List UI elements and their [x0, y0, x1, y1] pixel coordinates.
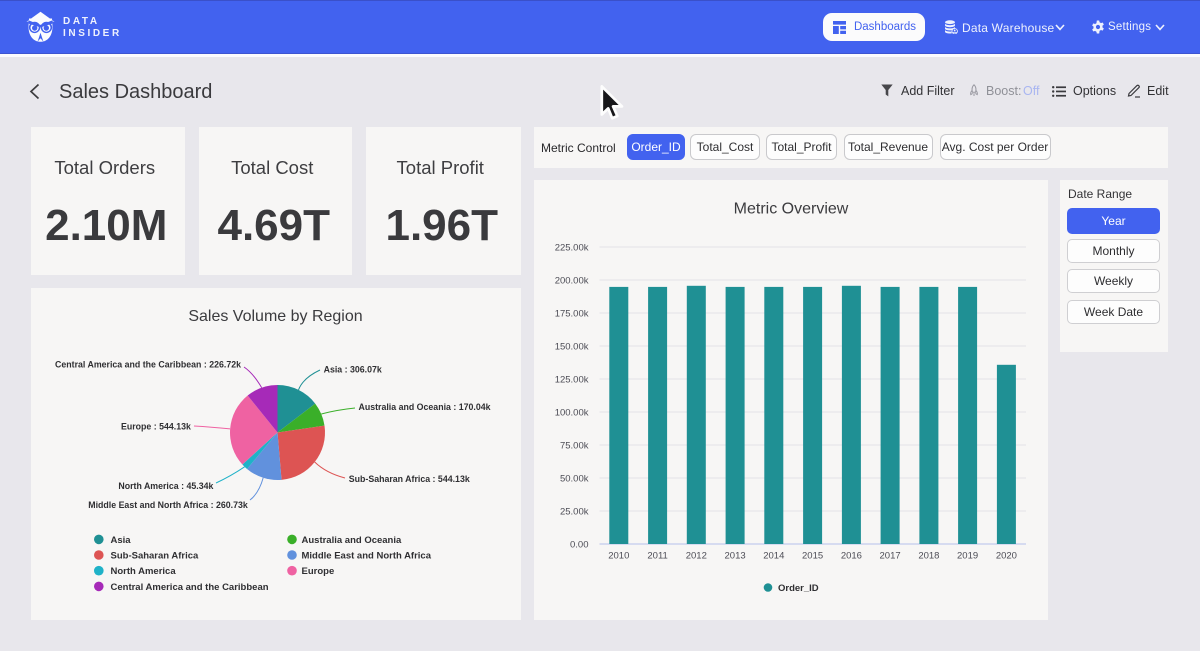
svg-text:Order_ID: Order_ID — [778, 583, 819, 594]
svg-text:25.00k: 25.00k — [560, 506, 589, 517]
svg-text:Australia and Oceania : 170.04: Australia and Oceania : 170.04k — [359, 402, 491, 412]
svg-text:Asia: Asia — [111, 535, 132, 546]
svg-text:175.00k: 175.00k — [555, 308, 589, 319]
svg-text:100.00k: 100.00k — [555, 407, 589, 418]
svg-text:Europe: Europe — [302, 566, 335, 577]
svg-text:2020: 2020 — [996, 550, 1017, 561]
svg-text:Asia : 306.07k: Asia : 306.07k — [324, 365, 382, 375]
svg-text:2013: 2013 — [725, 550, 746, 561]
svg-text:North America : 45.34k: North America : 45.34k — [118, 481, 213, 491]
svg-text:150.00k: 150.00k — [555, 341, 589, 352]
svg-text:2012: 2012 — [686, 550, 707, 561]
svg-text:2010: 2010 — [608, 550, 629, 561]
svg-text:2015: 2015 — [802, 550, 823, 561]
svg-text:0.00: 0.00 — [570, 539, 589, 550]
svg-text:Sub-Saharan Africa: Sub-Saharan Africa — [111, 550, 200, 561]
svg-text:Middle East and North Africa: Middle East and North Africa — [302, 550, 432, 561]
svg-text:Australia and Oceania: Australia and Oceania — [302, 535, 403, 546]
svg-text:2018: 2018 — [918, 550, 939, 561]
svg-text:2017: 2017 — [880, 550, 901, 561]
svg-text:Europe : 544.13k: Europe : 544.13k — [121, 422, 191, 432]
svg-text:Middle East and North Africa :: Middle East and North Africa : 260.73k — [88, 500, 248, 510]
svg-text:Sales Volume by Region: Sales Volume by Region — [188, 308, 362, 325]
svg-text:North America: North America — [111, 566, 177, 577]
svg-text:50.00k: 50.00k — [560, 473, 589, 484]
svg-text:Central America and the Caribb: Central America and the Caribbean : 226.… — [55, 360, 241, 370]
svg-text:75.00k: 75.00k — [560, 440, 589, 451]
svg-text:Metric Overview: Metric Overview — [734, 200, 849, 217]
svg-text:2014: 2014 — [763, 550, 784, 561]
svg-text:225.00k: 225.00k — [555, 242, 589, 253]
svg-text:2016: 2016 — [841, 550, 862, 561]
svg-text:2011: 2011 — [647, 550, 667, 561]
svg-text:Central America and the Caribb: Central America and the Caribbean — [111, 582, 269, 593]
svg-text:200.00k: 200.00k — [555, 275, 589, 286]
svg-text:125.00k: 125.00k — [555, 374, 589, 385]
svg-text:2019: 2019 — [957, 550, 978, 561]
svg-text:Sub-Saharan Africa : 544.13k: Sub-Saharan Africa : 544.13k — [349, 474, 470, 484]
